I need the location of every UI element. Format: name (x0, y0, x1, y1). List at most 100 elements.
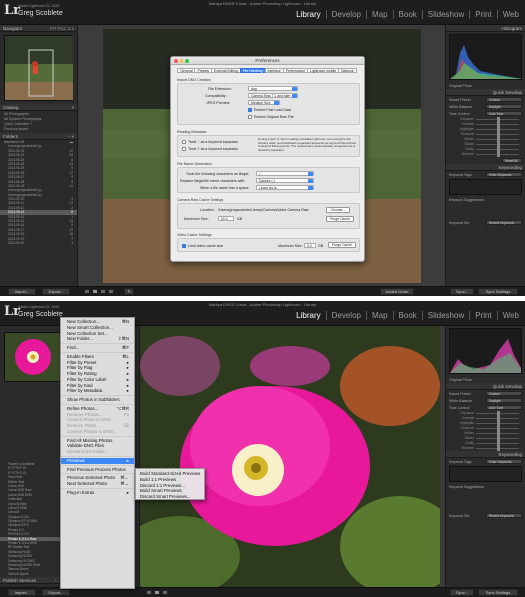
loupe-view-icon-2[interactable] (154, 590, 160, 595)
minimize-icon[interactable] (179, 59, 183, 63)
spray-can-icon[interactable]: ✎ (124, 288, 134, 295)
video-gb-unit: GB (318, 244, 324, 248)
sync-settings-button[interactable]: Sync Settings (478, 288, 518, 295)
tab-performance[interactable]: Performance (282, 68, 309, 73)
embed-fast-load-checkbox[interactable] (248, 108, 252, 112)
collection-row[interactable]: Tamron Sports (0, 572, 60, 576)
keyword-tags-select[interactable]: Enter Keywords (486, 172, 522, 177)
purge-cache-button[interactable]: Purge Cache (326, 216, 354, 222)
export-button[interactable]: Export... (42, 288, 70, 295)
tab-network[interactable]: Network (338, 68, 357, 73)
video-cache-heading: Video Cache Settings (177, 233, 212, 237)
embed-original-checkbox[interactable] (248, 115, 252, 119)
tab-general[interactable]: General (177, 68, 196, 73)
quick-develop-header[interactable]: Quick Develop (446, 89, 525, 96)
slider-knob[interactable] (497, 446, 500, 451)
navigator-thumbnail-2[interactable] (4, 332, 62, 382)
module-print[interactable]: Print (469, 10, 492, 19)
space-select[interactable]: Leave As-Is (256, 185, 314, 190)
module-web[interactable]: Web (496, 10, 519, 19)
tone-slider[interactable]: Vibrance (450, 152, 521, 157)
loupe-view-icon[interactable] (92, 289, 98, 294)
zoom-options[interactable]: FIT FILL 1:1 (50, 26, 74, 31)
keywording-header-2[interactable]: Keywording (446, 451, 525, 458)
file-extension-select[interactable]: dng (248, 86, 298, 91)
close-icon[interactable] (174, 59, 178, 63)
quick-develop-title: Quick Develop (492, 90, 522, 95)
illegal-characters-select[interactable]: / : (256, 171, 314, 176)
folders-header[interactable]: Folders + ▾ (0, 133, 77, 140)
grid-view-icon-2[interactable] (146, 590, 152, 595)
choose-button[interactable]: Choose... (326, 207, 350, 213)
module-map[interactable]: Map (365, 311, 388, 320)
tab-file-handling[interactable]: File Handling (239, 68, 266, 73)
zoom-icon[interactable] (185, 59, 189, 63)
slider-label: Contrast (461, 416, 474, 420)
histogram (449, 34, 522, 80)
max-size-input[interactable]: 20.0 (218, 216, 234, 221)
video-max-input[interactable]: 3.0 (304, 243, 316, 248)
module-develop[interactable]: Develop (325, 311, 361, 320)
dialog-title: Preferences (255, 58, 280, 63)
menu-item[interactable]: Find Previous Process Photos (61, 467, 134, 473)
tab-presets[interactable]: Presets (194, 68, 212, 73)
keyword-entry-box-2[interactable] (449, 466, 522, 482)
space-label: When a file name has a space: (200, 186, 250, 190)
survey-view-icon[interactable] (108, 289, 114, 294)
sync-settings-button-2[interactable]: Sync Settings (478, 589, 518, 596)
tab-external-editing[interactable]: External Editing (210, 68, 241, 73)
embed-original-label: Embed Original Raw File (254, 115, 294, 119)
tab-interface[interactable]: Interface (264, 68, 284, 73)
treat-dot-checkbox[interactable] (182, 140, 186, 144)
original-photo-row: Original Photo (446, 82, 525, 89)
compatibility-select[interactable]: Camera Raw 7.1 and later (248, 93, 298, 98)
white-balance-select[interactable]: Daylight (486, 104, 522, 109)
publish-services-header[interactable]: Publish Services + (0, 577, 60, 584)
module-web[interactable]: Web (496, 311, 519, 320)
flower-photo[interactable] (140, 326, 440, 587)
saved-preset-select[interactable]: Custom (486, 97, 522, 102)
module-slideshow[interactable]: Slideshow (421, 10, 464, 19)
submenu-item[interactable]: Discard Smart Previews... (136, 494, 204, 500)
navigator-thumbnail[interactable] (4, 35, 73, 101)
module-library[interactable]: Library (296, 311, 320, 320)
module-book[interactable]: Book (392, 311, 417, 320)
compare-view-icon[interactable] (100, 289, 106, 294)
keyword-set-select[interactable]: Recent Keywords (486, 220, 522, 225)
sort-select[interactable]: Added Order (380, 288, 414, 295)
menu-item[interactable]: Next Selected Photo ⌘→ (61, 481, 134, 487)
export-button-2[interactable]: Export... (42, 589, 70, 596)
slider-knob[interactable] (497, 152, 500, 157)
menu-separator (61, 455, 134, 457)
module-develop[interactable]: Develop (325, 10, 361, 19)
tab-lightroom-mobile[interactable]: Lightroom mobile (307, 68, 340, 73)
replace-illegal-select[interactable]: Dashes (-) (256, 178, 314, 183)
jpeg-preview-select[interactable]: Medium Size (248, 100, 280, 105)
sync-button-2[interactable]: Sync... (450, 589, 474, 596)
folder-row[interactable]: 2013-09-20 3 (0, 241, 77, 245)
quick-develop-header-2[interactable]: Quick Develop (446, 383, 525, 390)
module-map[interactable]: Map (365, 10, 388, 19)
catalog-header[interactable]: Catalog ▾ (0, 104, 77, 111)
tone-slider[interactable]: Vibrance (450, 446, 521, 451)
module-slideshow[interactable]: Slideshow (421, 311, 464, 320)
menu-item[interactable]: Plug-in Extras ▸ (61, 490, 134, 496)
module-book[interactable]: Book (392, 10, 417, 19)
treat-slash-checkbox[interactable] (182, 147, 186, 151)
purge-video-cache-button[interactable]: Purge Cache (328, 242, 356, 248)
import-button-2[interactable]: Import... (8, 589, 36, 596)
sync-button[interactable]: Sync... (450, 288, 474, 295)
import-button[interactable]: Import... (8, 288, 36, 295)
catalog-item[interactable]: Previous Import (4, 127, 73, 132)
auto-tone-button[interactable]: Auto Tone (486, 111, 522, 116)
grid-view-icon[interactable] (84, 289, 90, 294)
reset-all-button[interactable]: Reset All (502, 158, 522, 163)
compare-view-icon-2[interactable] (162, 590, 168, 595)
keyword-entry-box[interactable] (449, 179, 522, 195)
module-library[interactable]: Library (296, 10, 320, 19)
histogram-header[interactable]: Histogram (446, 25, 525, 32)
keywording-header[interactable]: Keywording (446, 164, 525, 171)
navigator-header[interactable]: Navigator FIT FILL 1:1 (0, 25, 77, 32)
module-print[interactable]: Print (469, 311, 492, 320)
limit-video-checkbox[interactable] (182, 244, 186, 248)
